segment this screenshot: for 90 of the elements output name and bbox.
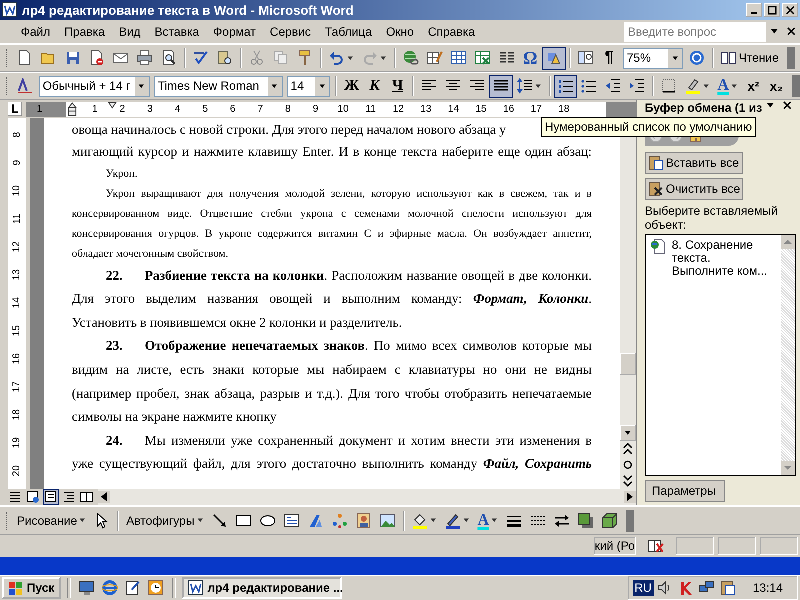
- ruler-number: 8: [285, 104, 291, 114]
- ruler-number: 9: [10, 160, 24, 166]
- ruler-number: 1: [37, 104, 43, 114]
- ruler-number: 14: [10, 297, 24, 309]
- font-combo[interactable]: Times New Roman: [154, 76, 283, 96]
- subscript-button[interactable]: x₂: [765, 74, 788, 98]
- text-line: (например пробел, знак абзаца, разрыв и т.д.). Для того чтобы отобразить непечатаемые: [72, 384, 592, 403]
- underline-button[interactable]: Ч: [386, 74, 410, 98]
- ruler-number: 18: [558, 104, 570, 114]
- ruler-number: 15: [476, 104, 487, 114]
- menu-item[interactable]: Таблица: [318, 24, 380, 38]
- window-title: лр4 редактирование текста в Word - Microsoft Word: [22, 2, 355, 18]
- ruler-number: 18: [10, 409, 24, 421]
- ruler-number: 15: [10, 325, 24, 337]
- size-combo[interactable]: 14: [286, 76, 330, 96]
- fontcolor-button[interactable]: A: [714, 74, 742, 98]
- taskbar-button[interactable]: лр4 редактирование ...: [182, 577, 342, 599]
- ruler-number: 7: [258, 104, 264, 114]
- ruler-number: 10: [338, 104, 349, 114]
- ruler-number: 12: [10, 241, 24, 253]
- ruler-number: 17: [10, 381, 24, 393]
- zoom-combo[interactable]: 75%: [623, 48, 683, 68]
- ruler-number: 6: [230, 104, 236, 114]
- clear-all-button[interactable]: Очистить все: [645, 178, 743, 200]
- prompt-label: Выберите вставляемый объект:: [645, 204, 779, 232]
- symbol-button[interactable]: Ω: [519, 46, 542, 70]
- text-line: обладает мочегонным свойством.: [72, 246, 230, 262]
- text-line: уже существующий файл, для этого достаточно выполнить команду Файл, Сохранить: [72, 455, 592, 474]
- ruler-number: 3: [147, 104, 153, 114]
- text-line: символы на экране нажмите кнопку: [72, 408, 278, 426]
- ruler-number: 8: [10, 132, 24, 138]
- ruler-number: 1: [92, 104, 98, 114]
- menu-item[interactable]: Правка: [58, 24, 112, 38]
- ruler-number: 4: [174, 104, 181, 114]
- ruler-number: 13: [420, 104, 432, 114]
- menu-item[interactable]: Формат: [206, 24, 264, 38]
- menu-item[interactable]: Окно: [379, 24, 422, 38]
- reading-button[interactable]: Чтение: [717, 46, 784, 70]
- menu-item[interactable]: Сервис: [263, 24, 318, 38]
- paste-all-button[interactable]: Вставить все: [645, 152, 743, 174]
- ruler-number: 16: [10, 353, 24, 365]
- bold-button[interactable]: Ж: [340, 74, 364, 98]
- ruler-number: 2: [120, 104, 126, 114]
- ruler-number: 10: [10, 185, 24, 197]
- clipboard-item[interactable]: 8. Сохранение текста. Выполните ком...: [672, 239, 776, 278]
- ruler-number: 5: [202, 104, 208, 114]
- options-button[interactable]: Параметры: [645, 480, 725, 502]
- list-number: 22.: [106, 266, 124, 285]
- text-line: Мы изменяли уже сохраненный документ и хотим внести эти изменения в: [145, 432, 592, 450]
- language-indicator: кий (Ро: [594, 537, 636, 555]
- text-line: Укроп.: [105, 166, 139, 182]
- text-line: Установить в появившемся окне 2 колонки и разделитель.: [72, 314, 404, 332]
- ruler-number: 11: [366, 104, 376, 114]
- style-combo[interactable]: Обычный + 14 г: [38, 76, 150, 96]
- menu-item[interactable]: Вид: [112, 24, 148, 38]
- italic-button[interactable]: К: [363, 74, 386, 98]
- text-line: Укроп выращивают для получения молодой зелени, которую используют как в свежем, так и в: [105, 186, 592, 202]
- menu-item[interactable]: Файл: [14, 24, 58, 38]
- ruler-number: 14: [448, 104, 460, 114]
- text-line: консервированном виде. Отцветшие стебли укропа с семенами молочной спелости используют для: [72, 206, 592, 222]
- ruler-number: 13: [10, 269, 24, 281]
- fontcolor-button[interactable]: A: [474, 509, 502, 532]
- clock: 13:14: [752, 581, 783, 595]
- text-line: Для этого выделим названия овощей и выполним команду: Формат, Колонки.: [72, 290, 592, 308]
- text-line: Отображение непечатаемых знаков. По мимо всех символов которые мы: [145, 337, 592, 356]
- ruler-number: 17: [530, 104, 542, 114]
- ruler-number: 9: [312, 104, 319, 114]
- menu-item[interactable]: Вставка: [148, 24, 206, 38]
- text-line: овоща начиналось с новой строки. Для этого перед началом нового абзаца у: [72, 121, 508, 139]
- ruler-number: 16: [503, 104, 514, 114]
- task-pane-title: Буфер обмена (1 из: [645, 101, 762, 115]
- pilcrow-button[interactable]: ¶: [598, 46, 621, 70]
- list-number: 24.: [106, 432, 124, 450]
- tooltip: Нумерованный список по умолчанию: [541, 117, 756, 137]
- list-number: 23.: [106, 337, 124, 356]
- ruler-number: 11: [10, 214, 24, 224]
- language-button[interactable]: RU: [632, 580, 654, 596]
- menu-item[interactable]: Справка: [421, 24, 482, 38]
- text-line: консервирования огурцов. В укропе содержится витамин С и эфирные масла. Он возбуждает аппетит,: [72, 226, 592, 242]
- ruler-number: 20: [10, 465, 24, 477]
- start-button[interactable]: Пуск: [2, 577, 61, 599]
- text-line: видим на листе, есть знаки которые мы набираем с клавиатуры но они не видны: [72, 360, 592, 379]
- text-line: мигающий курсор и нажмите клавишу Enter. И в конце текста наберите еще один абзац:: [72, 143, 592, 161]
- help-search-field[interactable]: Введите вопрос: [624, 22, 766, 42]
- ruler-number: 19: [10, 437, 24, 449]
- superscript-button[interactable]: x²: [742, 74, 766, 98]
- ruler-number: 12: [392, 104, 404, 114]
- autoshapes-button[interactable]: Автофигуры: [122, 509, 208, 532]
- draw-menu-button[interactable]: Рисование: [13, 509, 90, 532]
- text-line: Разбиение текста на колонки. Расположим название овощей в две колонки.: [145, 266, 592, 285]
